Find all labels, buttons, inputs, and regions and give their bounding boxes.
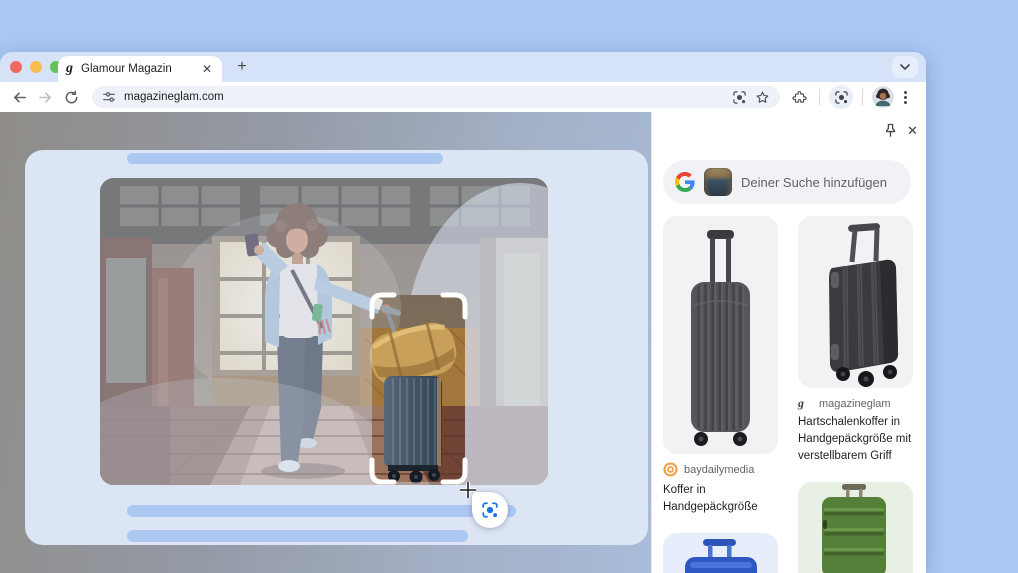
webpage-dimmed	[0, 112, 651, 573]
baydailymedia-favicon-icon	[663, 462, 678, 477]
window-controls	[10, 61, 62, 73]
paragraph-placeholder	[127, 505, 516, 517]
browser-window: g Glamour Magazin ✕ + magazineglam.com ✕…	[0, 52, 926, 573]
result-image-blue-suitcase[interactable]	[663, 533, 778, 573]
reload-button[interactable]	[60, 86, 82, 108]
result-source-label[interactable]: baydailymedia	[684, 464, 754, 476]
green-suitcase-image	[822, 484, 886, 573]
minimize-window-button[interactable]	[30, 61, 42, 73]
pin-panel-button[interactable]	[882, 122, 899, 139]
gray-suitcase-front-image	[691, 230, 750, 446]
result-title[interactable]: Koffer in Handgepäckgröße	[663, 482, 783, 516]
selected-region-thumbnail	[704, 168, 732, 196]
tab-search-chevron-button[interactable]	[892, 56, 918, 78]
headline-placeholder	[127, 153, 443, 164]
toolbar-right	[788, 85, 911, 109]
reload-icon	[65, 90, 77, 103]
lens-icon	[482, 502, 498, 518]
lens-search-icon[interactable]	[732, 90, 747, 105]
forward-arrow-icon	[38, 91, 51, 103]
tab-favicon-icon: g	[66, 61, 73, 76]
result-title[interactable]: Hartschalenkoffer in Handgepäckgröße mit…	[798, 414, 918, 465]
toolbar-divider	[862, 89, 863, 105]
tab-close-icon[interactable]: ✕	[200, 62, 214, 76]
tab-strip: g Glamour Magazin ✕ +	[0, 52, 926, 82]
avatar-photo	[872, 86, 894, 108]
toolbar-divider	[819, 89, 820, 105]
result-image-hartschalenkoffer[interactable]	[798, 216, 913, 388]
lens-panel-button[interactable]	[829, 85, 853, 109]
blue-suitcase-image	[685, 539, 757, 573]
result-source-label[interactable]: magazineglam	[819, 398, 891, 410]
forward-button[interactable]	[34, 86, 56, 108]
lens-search-fab[interactable]	[472, 492, 508, 528]
result-source[interactable]: baydailymedia	[663, 462, 754, 477]
close-panel-button[interactable]: ✕	[904, 122, 921, 139]
magazineglam-favicon-icon: g	[798, 396, 804, 410]
site-settings-icon[interactable]	[102, 90, 116, 104]
result-image-koffer[interactable]	[663, 216, 778, 454]
lens-search-bar[interactable]: Deiner Suche hinzufügen	[663, 160, 911, 204]
extensions-puzzle-icon	[791, 90, 807, 103]
address-bar[interactable]: magazineglam.com	[92, 86, 780, 108]
lens-icon	[834, 90, 848, 104]
bookmark-star-icon[interactable]	[755, 90, 770, 105]
extensions-button[interactable]	[788, 86, 810, 108]
pushpin-icon	[885, 123, 896, 137]
tab-glamour-magazin[interactable]: g Glamour Magazin ✕	[58, 56, 222, 82]
url-text[interactable]: magazineglam.com	[124, 91, 724, 103]
back-button[interactable]	[8, 86, 30, 108]
article-photo[interactable]	[100, 178, 548, 485]
article-card	[25, 150, 648, 545]
content-area: ✕ Deiner Suche hinzufügen baydailymedia …	[0, 112, 926, 573]
browser-toolbar: magazineglam.com	[0, 82, 926, 112]
result-image-green-suitcase[interactable]	[798, 482, 913, 573]
back-arrow-icon	[13, 91, 26, 103]
profile-avatar[interactable]	[872, 86, 894, 108]
lens-results-panel: ✕ Deiner Suche hinzufügen baydailymedia …	[651, 112, 926, 573]
chevron-down-icon	[900, 64, 910, 70]
gray-suitcase-angled-image	[829, 223, 899, 387]
google-g-logo	[675, 172, 695, 192]
paragraph-placeholder	[127, 530, 468, 542]
traveler-photo-illustration	[100, 178, 548, 485]
tab-title: Glamour Magazin	[81, 63, 172, 75]
result-source[interactable]: g magazineglam	[798, 396, 891, 411]
close-window-button[interactable]	[10, 61, 22, 73]
search-placeholder[interactable]: Deiner Suche hinzufügen	[741, 175, 887, 190]
browser-menu-button[interactable]	[900, 90, 911, 104]
new-tab-button[interactable]: +	[234, 59, 250, 75]
